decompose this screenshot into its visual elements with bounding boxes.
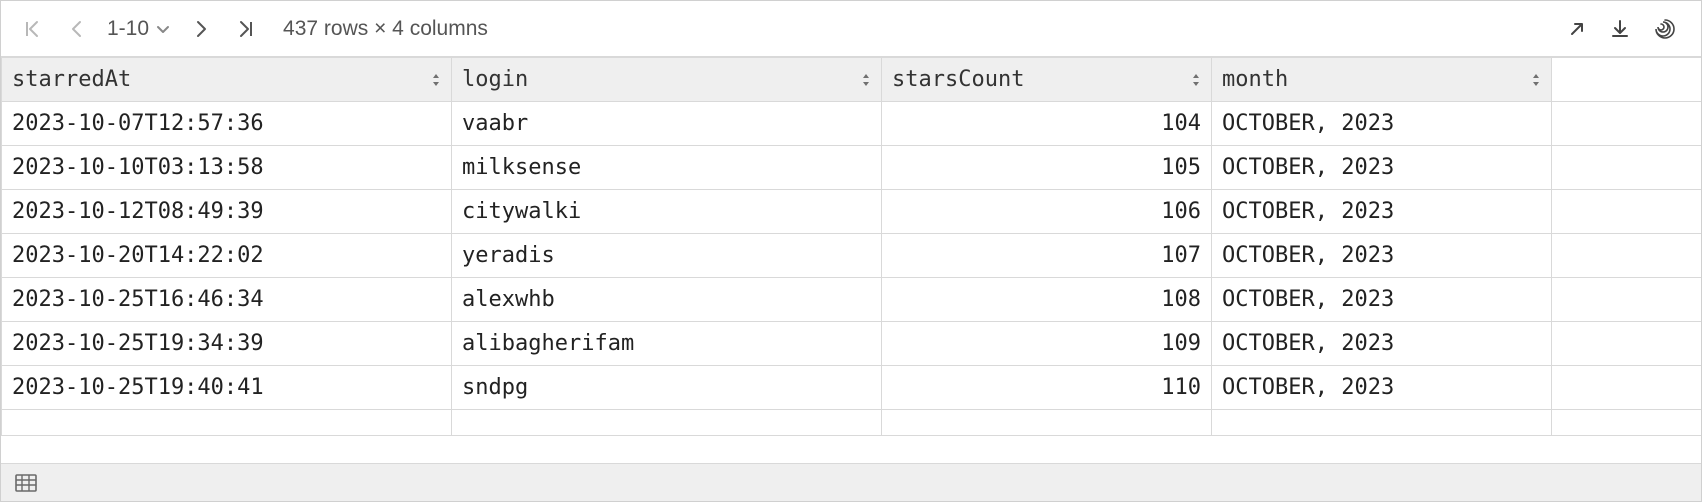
first-page-button[interactable] [19,16,45,42]
grid-toolbar: 1-10 437 rows × 4 columns [1,1,1701,57]
cell-month: OCTOBER, 2023 [1212,146,1552,190]
cell-month: OCTOBER, 2023 [1212,190,1552,234]
page-range-label: 1-10 [107,17,149,41]
cell-starsCount: 104 [882,102,1212,146]
cell-pad [1552,366,1702,410]
table-row[interactable]: 2023-10-20T14:22:02yeradis107OCTOBER, 20… [2,234,1702,278]
cell-starsCount: 109 [882,322,1212,366]
table-row[interactable]: 2023-10-10T03:13:58milksense105OCTOBER, … [2,146,1702,190]
column-header-starsCount[interactable]: starsCount [882,58,1212,102]
cell-login: milksense [452,146,882,190]
cell-login: sndpg [452,366,882,410]
toolbar-actions [1567,17,1683,41]
cell-partial [882,410,1212,436]
cell-starredAt: 2023-10-10T03:13:58 [2,146,452,190]
cell-pad [1552,102,1702,146]
cell-starredAt: 2023-10-25T16:46:34 [2,278,452,322]
download-icon [1609,18,1631,40]
cell-login: yeradis [452,234,882,278]
header-row: starredAt login starsCount month [2,58,1702,102]
cell-starredAt: 2023-10-20T14:22:02 [2,234,452,278]
last-page-button[interactable] [233,16,259,42]
cell-login: citywalki [452,190,882,234]
cell-partial [1212,410,1552,436]
cell-starredAt: 2023-10-25T19:40:41 [2,366,452,410]
cell-starredAt: 2023-10-25T19:34:39 [2,322,452,366]
chevron-down-icon [155,21,171,37]
sort-icon[interactable] [861,73,871,87]
page-range-dropdown[interactable]: 1-10 [107,17,171,41]
cell-starsCount: 106 [882,190,1212,234]
cell-pad [1552,146,1702,190]
column-header-login[interactable]: login [452,58,882,102]
table-row[interactable] [2,410,1702,436]
open-external-button[interactable] [1567,19,1587,39]
next-page-button[interactable] [189,16,215,42]
column-label: month [1222,67,1288,92]
chevron-right-icon [193,19,211,39]
sort-icon[interactable] [1191,73,1201,87]
column-pad [1552,58,1702,102]
cell-login: alexwhb [452,278,882,322]
column-label: starsCount [892,67,1024,92]
table-row[interactable]: 2023-10-25T19:34:39alibagherifam109OCTOB… [2,322,1702,366]
cell-month: OCTOBER, 2023 [1212,366,1552,410]
grid-body: starredAt login starsCount month 2023-10-07… [1,57,1701,463]
table-row[interactable]: 2023-10-07T12:57:36vaabr104OCTOBER, 2023 [2,102,1702,146]
cell-month: OCTOBER, 2023 [1212,234,1552,278]
column-label: starredAt [12,67,131,92]
cell-partial [452,410,882,436]
table-row[interactable]: 2023-10-25T16:46:34alexwhb108OCTOBER, 20… [2,278,1702,322]
row-count-info: 437 rows × 4 columns [283,17,488,41]
cell-login: alibagherifam [452,322,882,366]
cell-starsCount: 110 [882,366,1212,410]
cell-starsCount: 105 [882,146,1212,190]
cell-partial [2,410,452,436]
cell-login: vaabr [452,102,882,146]
table-row[interactable]: 2023-10-12T08:49:39citywalki106OCTOBER, … [2,190,1702,234]
chevron-left-icon [67,19,85,39]
cell-starsCount: 108 [882,278,1212,322]
cell-pad [1552,278,1702,322]
data-grid-panel: 1-10 437 rows × 4 columns [0,0,1702,502]
download-button[interactable] [1609,18,1631,40]
last-page-icon [236,19,256,39]
cell-pad [1552,190,1702,234]
cell-month: OCTOBER, 2023 [1212,102,1552,146]
column-header-month[interactable]: month [1212,58,1552,102]
sort-icon[interactable] [1531,73,1541,87]
first-page-icon [22,19,42,39]
table-view-button[interactable] [15,474,37,492]
spiral-icon [1653,17,1677,41]
sort-icon[interactable] [431,73,441,87]
cell-pad [1552,234,1702,278]
refresh-button[interactable] [1653,17,1677,41]
cell-pad [1552,322,1702,366]
cell-starsCount: 107 [882,234,1212,278]
cell-starredAt: 2023-10-12T08:49:39 [2,190,452,234]
cell-month: OCTOBER, 2023 [1212,278,1552,322]
cell-month: OCTOBER, 2023 [1212,322,1552,366]
table-icon [15,474,37,492]
data-table: starredAt login starsCount month 2023-10-07… [1,57,1701,436]
table-row[interactable]: 2023-10-25T19:40:41sndpg110OCTOBER, 2023 [2,366,1702,410]
column-header-starredAt[interactable]: starredAt [2,58,452,102]
grid-footer [1,463,1701,501]
pager: 1-10 437 rows × 4 columns [19,16,488,42]
prev-page-button[interactable] [63,16,89,42]
cell-starredAt: 2023-10-07T12:57:36 [2,102,452,146]
column-label: login [462,67,528,92]
arrow-up-right-icon [1567,19,1587,39]
